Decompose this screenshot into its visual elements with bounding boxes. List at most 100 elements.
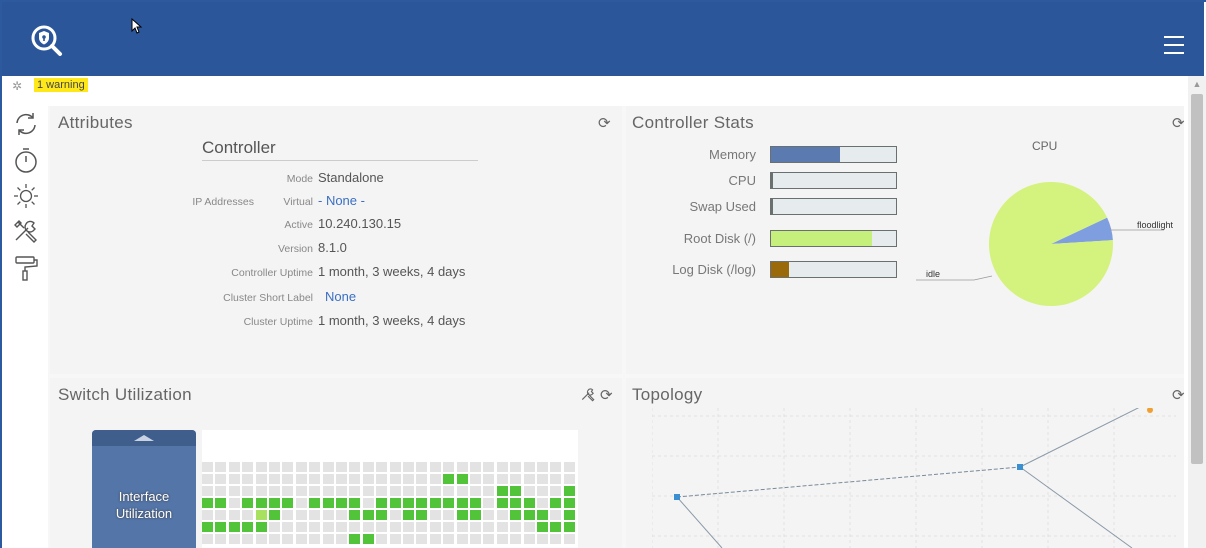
utilization-cell[interactable] xyxy=(389,474,401,484)
utilization-cell[interactable] xyxy=(228,498,240,508)
utilization-cell[interactable] xyxy=(456,498,468,508)
utilization-cell[interactable] xyxy=(309,486,321,496)
utilization-cell[interactable] xyxy=(416,486,428,496)
utilization-cell[interactable] xyxy=(242,486,254,496)
utilization-cell[interactable] xyxy=(322,486,334,496)
utilization-cell[interactable] xyxy=(389,522,401,532)
utilization-cell[interactable] xyxy=(215,522,227,532)
utilization-cell[interactable] xyxy=(456,534,468,544)
utilization-cell[interactable] xyxy=(336,486,347,496)
utilization-cell[interactable] xyxy=(202,522,213,532)
utilization-cell[interactable] xyxy=(403,486,414,496)
utilization-cell[interactable] xyxy=(537,474,548,484)
collapse-arrow-icon[interactable] xyxy=(134,435,154,441)
utilization-cell[interactable] xyxy=(496,522,508,532)
utilization-cell[interactable] xyxy=(443,498,455,508)
utilization-cell[interactable] xyxy=(215,498,227,508)
scroll-up-arrow-icon[interactable]: ▲ xyxy=(1188,76,1206,92)
tools-icon[interactable] xyxy=(580,387,596,403)
utilization-cell[interactable] xyxy=(202,510,213,520)
utilization-cell[interactable] xyxy=(242,534,254,544)
utilization-cell[interactable] xyxy=(496,474,508,484)
utilization-cell[interactable] xyxy=(309,534,321,544)
utilization-cell[interactable] xyxy=(255,462,267,472)
utilization-cell[interactable] xyxy=(255,498,267,508)
utilization-cell[interactable] xyxy=(309,462,321,472)
utilization-cell[interactable] xyxy=(550,462,562,472)
utilization-cell[interactable] xyxy=(563,522,575,532)
utilization-cell[interactable] xyxy=(242,498,254,508)
utilization-cell[interactable] xyxy=(309,498,321,508)
utilization-cell[interactable] xyxy=(537,498,548,508)
utilization-cell[interactable] xyxy=(403,474,414,484)
utilization-cell[interactable] xyxy=(349,522,361,532)
topology-node[interactable] xyxy=(674,494,680,500)
utilization-cell[interactable] xyxy=(336,534,347,544)
utilization-cell[interactable] xyxy=(456,510,468,520)
utilization-cell[interactable] xyxy=(523,486,535,496)
utilization-cell[interactable] xyxy=(443,486,455,496)
utilization-cell[interactable] xyxy=(429,510,441,520)
utilization-cell[interactable] xyxy=(483,498,495,508)
utilization-cell[interactable] xyxy=(215,486,227,496)
utilization-cell[interactable] xyxy=(295,510,307,520)
refresh-icon[interactable]: ⟳ xyxy=(600,388,613,404)
refresh-icon[interactable]: ⟳ xyxy=(598,116,611,132)
utilization-cell[interactable] xyxy=(456,486,468,496)
utilization-cell[interactable] xyxy=(523,510,535,520)
utilization-cell[interactable] xyxy=(255,522,267,532)
utilization-cell[interactable] xyxy=(215,462,227,472)
utilization-cell[interactable] xyxy=(537,534,548,544)
utilization-cell[interactable] xyxy=(416,462,428,472)
utilization-cell[interactable] xyxy=(483,462,495,472)
vertical-scrollbar[interactable]: ▲ xyxy=(1188,76,1206,548)
utilization-cell[interactable] xyxy=(389,462,401,472)
utilization-cell[interactable] xyxy=(403,510,414,520)
utilization-cell[interactable] xyxy=(242,462,254,472)
utilization-cell[interactable] xyxy=(269,498,280,508)
utilization-cell[interactable] xyxy=(376,510,388,520)
utilization-cell[interactable] xyxy=(322,510,334,520)
utilization-cell[interactable] xyxy=(282,462,294,472)
utilization-cell[interactable] xyxy=(470,498,481,508)
utilization-cell[interactable] xyxy=(228,522,240,532)
utilization-cell[interactable] xyxy=(362,498,374,508)
utilization-cell[interactable] xyxy=(362,510,374,520)
utilization-cell[interactable] xyxy=(403,462,414,472)
utilization-cell[interactable] xyxy=(336,498,347,508)
utilization-cell[interactable] xyxy=(349,474,361,484)
utilization-cell[interactable] xyxy=(563,510,575,520)
utilization-cell[interactable] xyxy=(523,534,535,544)
utilization-cell[interactable] xyxy=(282,474,294,484)
utilization-cell[interactable] xyxy=(389,498,401,508)
pie-slice-idle[interactable] xyxy=(989,182,1113,306)
utilization-cell[interactable] xyxy=(336,474,347,484)
shield-search-logo-icon[interactable] xyxy=(30,24,64,58)
topology-node[interactable] xyxy=(1147,408,1153,413)
utilization-cell[interactable] xyxy=(376,462,388,472)
utilization-cell[interactable] xyxy=(443,522,455,532)
utilization-cell[interactable] xyxy=(550,474,562,484)
utilization-cell[interactable] xyxy=(269,522,280,532)
utilization-cell[interactable] xyxy=(269,486,280,496)
utilization-cell[interactable] xyxy=(389,534,401,544)
utilization-cell[interactable] xyxy=(563,498,575,508)
utilization-cell[interactable] xyxy=(470,462,481,472)
utilization-cell[interactable] xyxy=(523,498,535,508)
utilization-cell[interactable] xyxy=(563,534,575,544)
utilization-cell[interactable] xyxy=(550,498,562,508)
utilization-cell[interactable] xyxy=(470,486,481,496)
utilization-cell[interactable] xyxy=(255,510,267,520)
utilization-cell[interactable] xyxy=(282,510,294,520)
utilization-cell[interactable] xyxy=(269,462,280,472)
utilization-cell[interactable] xyxy=(282,522,294,532)
utilization-cell[interactable] xyxy=(550,486,562,496)
utilization-cell[interactable] xyxy=(429,462,441,472)
utilization-cell[interactable] xyxy=(282,486,294,496)
utilization-cell[interactable] xyxy=(295,534,307,544)
utilization-cell[interactable] xyxy=(456,462,468,472)
utilization-cell[interactable] xyxy=(483,522,495,532)
utilization-cell[interactable] xyxy=(295,498,307,508)
utilization-cell[interactable] xyxy=(510,498,522,508)
tools-icon[interactable] xyxy=(12,218,40,246)
